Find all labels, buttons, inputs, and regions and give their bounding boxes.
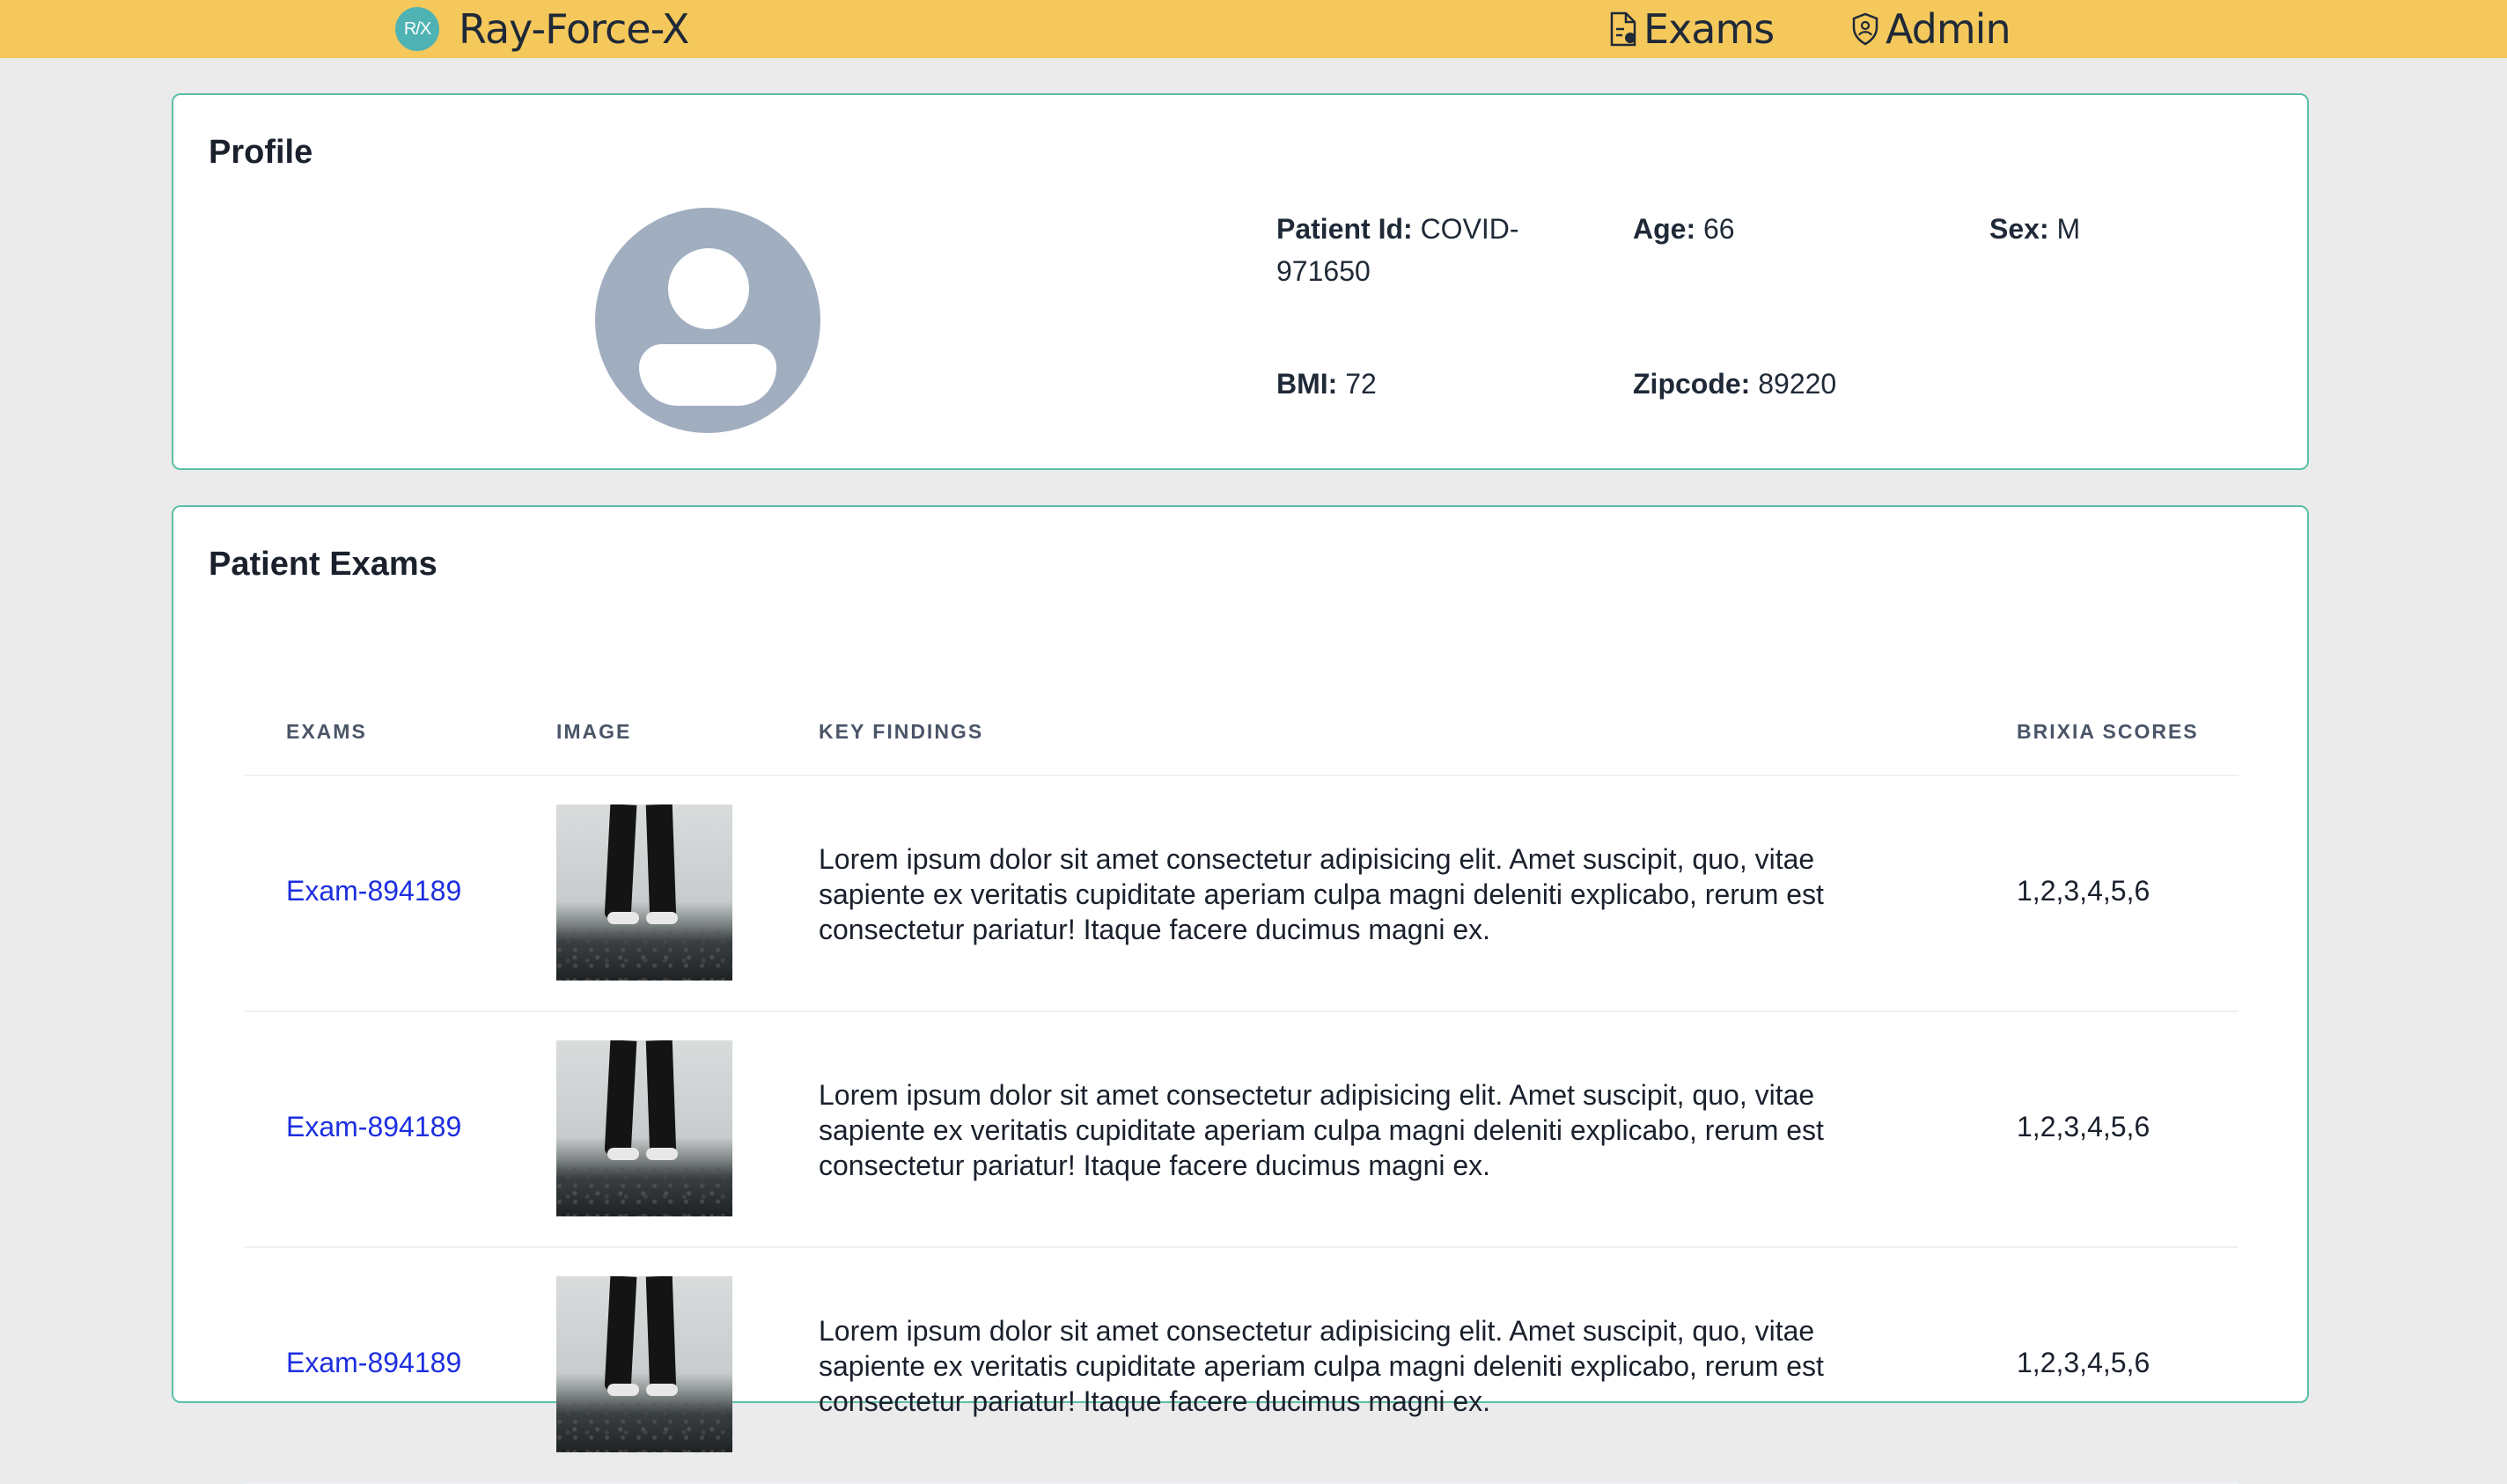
table-row: Exam-894189 Lorem ipsum dolor sit amet c… bbox=[244, 776, 2239, 1012]
column-header-brixia-scores: BRIXIA SCORES bbox=[2017, 720, 2199, 743]
column-header-exams: EXAMS bbox=[286, 720, 367, 743]
avatar-icon bbox=[595, 208, 820, 433]
zipcode-label: Zipcode: bbox=[1633, 368, 1751, 400]
key-findings: Lorem ipsum dolor sit amet consectetur a… bbox=[819, 843, 1824, 945]
brixia-scores: 1,2,3,4,5,6 bbox=[2017, 1111, 2150, 1142]
age-field: Age: 66 bbox=[1633, 208, 1735, 250]
brand[interactable]: R/X Ray-Force-X bbox=[395, 4, 689, 54]
exam-image[interactable] bbox=[556, 1276, 732, 1452]
nav-exams[interactable]: Exams bbox=[1608, 4, 1775, 54]
sex-value: M bbox=[2056, 213, 2081, 245]
key-findings: Lorem ipsum dolor sit amet consectetur a… bbox=[819, 1079, 1824, 1181]
column-header-key-findings: KEY FINDINGS bbox=[819, 720, 984, 743]
exam-image[interactable] bbox=[556, 1040, 732, 1216]
sex-label: Sex: bbox=[1989, 213, 2049, 245]
brand-name: Ray-Force-X bbox=[459, 5, 689, 53]
patient-exams-card: Patient Exams EXAMS IMAGE KEY FINDINGS B… bbox=[172, 505, 2309, 1484]
sex-field: Sex: M bbox=[1989, 208, 2080, 250]
patient-exams-title: Patient Exams bbox=[209, 546, 437, 583]
brixia-scores: 1,2,3,4,5,6 bbox=[2017, 1347, 2150, 1378]
exam-link[interactable]: Exam-894189 bbox=[286, 1347, 461, 1379]
nav-exams-label: Exams bbox=[1643, 5, 1775, 53]
exam-link[interactable]: Exam-894189 bbox=[286, 1111, 461, 1143]
patient-id-field: Patient Id: COVID-971650 bbox=[1276, 208, 1567, 292]
document-icon bbox=[1608, 11, 1638, 47]
nav-admin[interactable]: Admin bbox=[1850, 4, 2011, 54]
shield-icon bbox=[1850, 11, 1880, 47]
exams-table: EXAMS IMAGE KEY FINDINGS BRIXIA SCORES E… bbox=[244, 687, 2239, 1484]
zipcode-value: 89220 bbox=[1758, 368, 1837, 400]
zipcode-field: Zipcode: 89220 bbox=[1633, 363, 1836, 405]
bmi-field: BMI: 72 bbox=[1276, 363, 1377, 405]
age-value: 66 bbox=[1703, 213, 1735, 245]
nav-admin-label: Admin bbox=[1886, 5, 2011, 53]
exam-image[interactable] bbox=[556, 804, 732, 981]
bmi-label: BMI: bbox=[1276, 368, 1338, 400]
table-row: Exam-894189 Lorem ipsum dolor sit amet c… bbox=[244, 1012, 2239, 1248]
exam-link[interactable]: Exam-894189 bbox=[286, 875, 461, 907]
brand-logo: R/X bbox=[395, 7, 439, 51]
column-header-image: IMAGE bbox=[556, 720, 632, 743]
bmi-value: 72 bbox=[1345, 368, 1377, 400]
table-header: EXAMS IMAGE KEY FINDINGS BRIXIA SCORES bbox=[244, 687, 2239, 776]
key-findings: Lorem ipsum dolor sit amet consectetur a… bbox=[819, 1315, 1824, 1417]
brixia-scores: 1,2,3,4,5,6 bbox=[2017, 875, 2150, 907]
profile-card: Profile Patient Id: COVID-971650 Age: 66… bbox=[172, 93, 2309, 470]
top-nav-bar: R/X Ray-Force-X Exams Admin bbox=[0, 0, 2507, 58]
table-row: Exam-894189 Lorem ipsum dolor sit amet c… bbox=[244, 1248, 2239, 1484]
patient-id-label: Patient Id: bbox=[1276, 213, 1413, 245]
profile-title: Profile bbox=[209, 134, 313, 171]
age-label: Age: bbox=[1633, 213, 1696, 245]
